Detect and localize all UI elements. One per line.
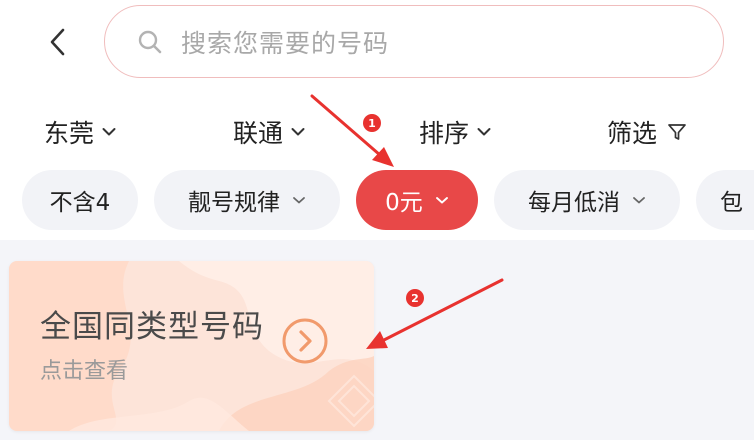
nationwide-similar-numbers-card[interactable]: 全国同类型号码 点击查看 (9, 261, 374, 431)
chevron-down-icon (477, 127, 491, 137)
filter-city-label: 东莞 (44, 119, 95, 148)
search-input[interactable]: 搜索您需要的号码 (104, 5, 724, 78)
chip-label: 0元 (385, 190, 423, 216)
circle-arrow-right-icon (282, 318, 328, 364)
chevron-left-icon (50, 28, 65, 56)
filter-screen-label: 筛选 (607, 119, 658, 148)
filter-city[interactable]: 东莞 (44, 112, 116, 152)
chevron-down-icon (292, 196, 306, 205)
chip-zero-price[interactable]: 0元 (356, 170, 478, 230)
back-button[interactable] (40, 22, 76, 62)
chevron-down-icon (632, 196, 646, 205)
filter-screen[interactable]: 筛选 (607, 112, 687, 152)
chip-label: 包 (720, 190, 743, 216)
chevron-down-icon (291, 127, 305, 137)
annotation-badge-1: 1 (363, 114, 381, 132)
annotation-number-1: 1 (368, 117, 376, 130)
chevron-down-icon (102, 127, 116, 137)
chip-label: 不含4 (49, 190, 111, 216)
filter-carrier[interactable]: 联通 (233, 112, 305, 152)
card-subtitle: 点击查看 (40, 359, 129, 384)
card-title: 全国同类型号码 (40, 309, 264, 345)
funnel-icon (667, 122, 687, 142)
chip-number-pattern[interactable]: 靓号规律 (154, 170, 340, 230)
chip-label: 靓号规律 (188, 190, 280, 216)
filter-carrier-label: 联通 (233, 119, 284, 148)
search-icon (137, 29, 163, 55)
annotation-arrowhead-1 (372, 147, 394, 167)
annotation-arrow-1 (310, 94, 382, 157)
chip-no-four[interactable]: 不含4 (22, 170, 138, 230)
chip-monthly-minimum[interactable]: 每月低消 (494, 170, 680, 230)
chip-label: 每月低消 (528, 190, 620, 216)
chip-package[interactable]: 包 (696, 170, 754, 230)
filter-sort[interactable]: 排序 (419, 112, 491, 152)
filter-sort-label: 排序 (419, 119, 470, 148)
chevron-down-icon (435, 196, 449, 205)
search-placeholder: 搜索您需要的号码 (181, 28, 390, 58)
